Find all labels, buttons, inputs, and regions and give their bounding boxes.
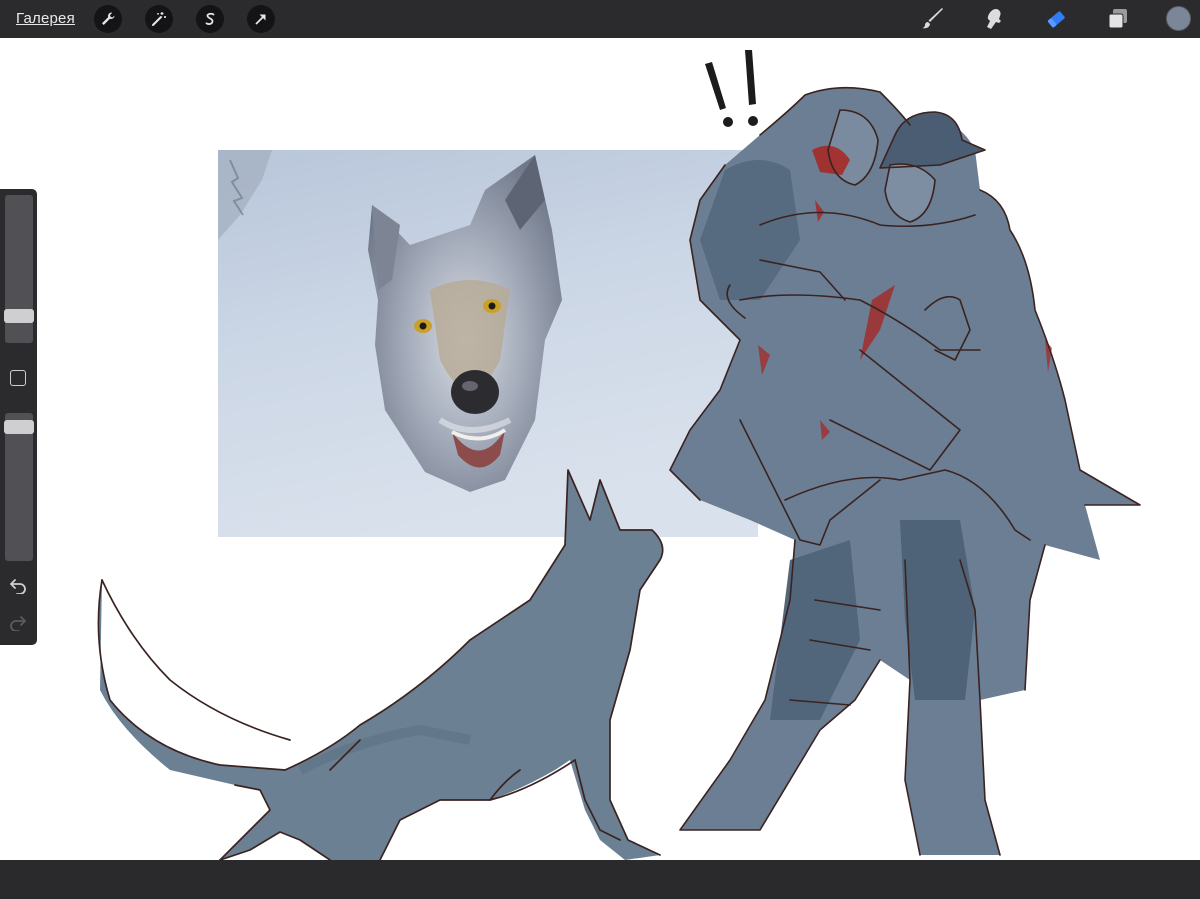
brush-icon[interactable] <box>920 6 946 32</box>
color-swatch[interactable] <box>1166 6 1191 31</box>
side-toolbar <box>0 189 37 645</box>
top-toolbar: Галерея <box>0 0 1200 38</box>
transform-arrow-icon[interactable] <box>247 5 275 33</box>
eraser-icon[interactable] <box>1043 6 1069 32</box>
selection-icon[interactable] <box>196 5 224 33</box>
smudge-icon[interactable] <box>982 6 1008 32</box>
layers-icon[interactable] <box>1105 6 1131 32</box>
redo-icon[interactable] <box>8 614 28 632</box>
drawing-canvas[interactable] <box>0 38 1200 860</box>
exclamation-marks <box>705 50 758 127</box>
gallery-button[interactable]: Галерея <box>16 10 75 27</box>
modify-square-icon[interactable] <box>10 370 26 386</box>
figures-illustration <box>669 86 1141 856</box>
reference-photo <box>218 150 758 537</box>
opacity-thumb[interactable] <box>4 419 34 434</box>
opacity-slider[interactable] <box>5 413 33 561</box>
undo-icon[interactable] <box>8 577 28 595</box>
brush-size-thumb[interactable] <box>4 308 34 323</box>
adjustments-magic-wand-icon[interactable] <box>145 5 173 33</box>
artwork <box>97 50 1141 860</box>
actions-wrench-icon[interactable] <box>94 5 122 33</box>
bottom-bar <box>0 860 1200 899</box>
